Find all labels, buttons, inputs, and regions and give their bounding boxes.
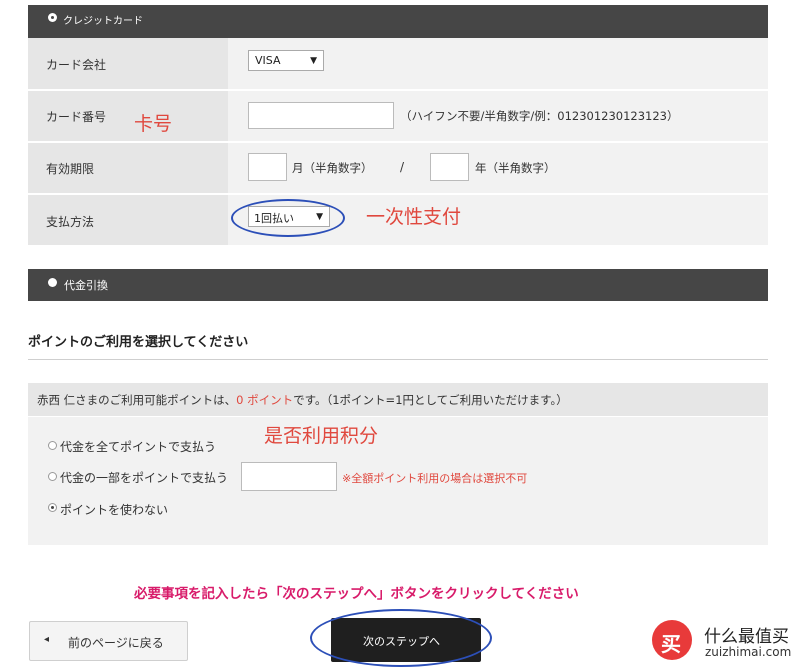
credit-card-radio[interactable]	[48, 13, 57, 22]
option-no-points-label[interactable]: ポイントを使わない	[60, 501, 168, 518]
points-info-prefix: 赤西 仁さまのご利用可能ポイントは、	[37, 393, 237, 407]
annotation-card-number: 卡号	[134, 113, 173, 135]
points-options: 代金を全てポイントで支払う 代金の一部をポイントで支払う ※全額ポイント利用の場…	[28, 417, 768, 545]
card-company-row: カード会社 VISA ▼	[28, 38, 768, 89]
annotation-use-points: 是否利用积分	[264, 425, 379, 447]
card-company-select[interactable]: VISA ▼	[248, 50, 324, 71]
cod-title: 代金引換	[64, 279, 108, 292]
option-no-points-radio[interactable]	[48, 503, 57, 512]
option-all-points-label[interactable]: 代金を全てポイントで支払う	[60, 438, 216, 455]
annotation-pay-once: 一次性支付	[366, 206, 462, 228]
points-heading: ポイントのご利用を選択してください	[28, 335, 249, 350]
watermark-domain: zuizhimai.com	[705, 645, 792, 659]
payment-method-label: 支払方法	[46, 215, 95, 229]
annotation-circle-next	[310, 609, 492, 667]
annotation-circle-payment	[231, 199, 345, 237]
expiry-year-input[interactable]	[430, 153, 469, 181]
points-available: 0 ポイント	[236, 393, 294, 407]
cod-header[interactable]: 代金引換	[28, 269, 768, 301]
credit-card-header[interactable]: クレジットカード	[28, 5, 768, 38]
option-all-points-radio[interactable]	[48, 441, 57, 450]
cod-radio[interactable]	[48, 278, 57, 287]
expiry-row: 有効期限 月（半角数字） / 年（半角数字）	[28, 143, 768, 193]
partial-points-note: ※全額ポイント利用の場合は選択不可	[342, 472, 528, 485]
chevron-left-icon: ◂	[44, 634, 50, 645]
expiry-label: 有効期限	[46, 162, 95, 176]
expiry-month-unit: 月（半角数字）	[292, 161, 373, 175]
card-number-input[interactable]	[248, 102, 394, 129]
expiry-month-input[interactable]	[248, 153, 287, 181]
option-partial-points-radio[interactable]	[48, 472, 57, 481]
expiry-year-unit: 年（半角数字）	[475, 161, 556, 175]
points-info: 赤西 仁さまのご利用可能ポイントは、0 ポイントです。（1ポイント=1円としてご…	[28, 383, 768, 416]
card-number-note: （ハイフン不要/半角数字/例：012301230123123）	[400, 109, 679, 123]
partial-points-input[interactable]	[241, 462, 337, 491]
card-number-label: カード番号	[46, 110, 107, 124]
points-divider	[28, 359, 768, 360]
points-info-suffix: です。（1ポイント=1円としてご利用いただけます。）	[293, 393, 568, 407]
chevron-down-icon: ▼	[310, 56, 317, 66]
option-partial-points-label[interactable]: 代金の一部をポイントで支払う	[60, 469, 228, 486]
watermark-logo-icon: 买	[652, 620, 692, 660]
watermark-name: 什么最值买	[704, 627, 789, 647]
card-company-label: カード会社	[46, 58, 107, 72]
prev-page-button[interactable]: ◂ 前のページに戻る	[29, 621, 188, 661]
footer-instruction: 必要事項を記入したら「次のステップへ」ボタンをクリックしてください	[134, 586, 579, 602]
credit-card-title: クレジットカード	[63, 16, 143, 27]
prev-page-label: 前のページに戻る	[68, 636, 164, 650]
expiry-slash: /	[400, 160, 405, 174]
